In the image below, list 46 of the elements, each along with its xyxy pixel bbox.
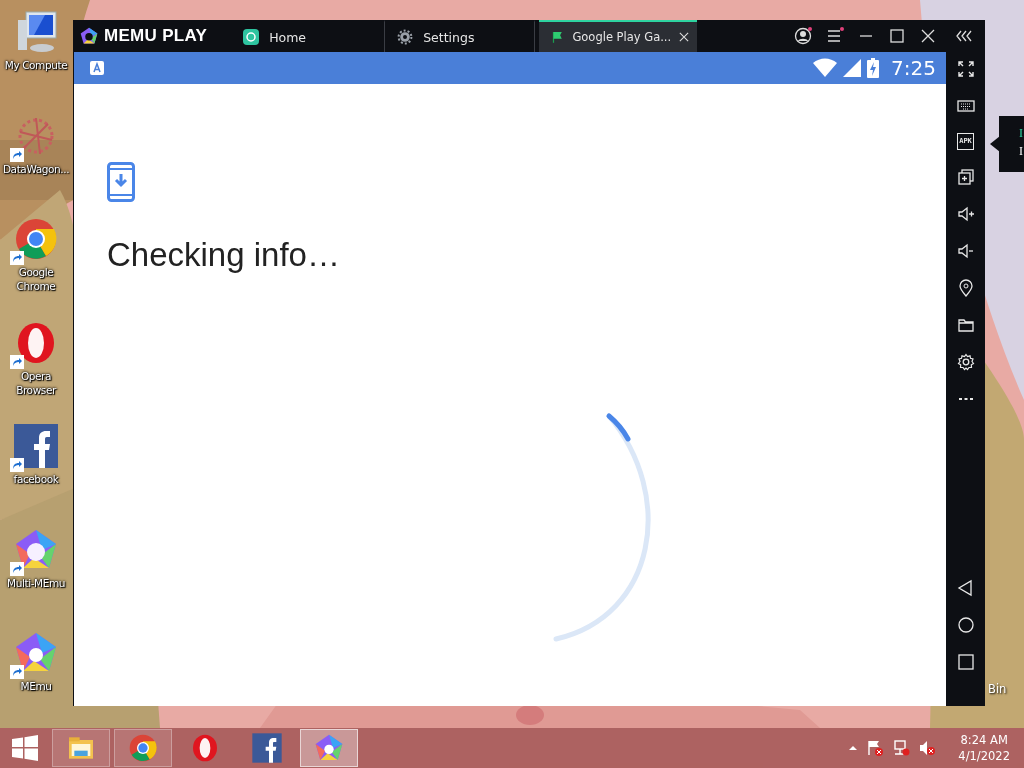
settings-icon[interactable] <box>955 352 976 372</box>
tab[interactable]: Google Play Ga... <box>539 20 698 52</box>
gear-icon <box>397 29 414 45</box>
desktop-icon-label[interactable]: Multi-MEmu <box>7 575 65 590</box>
network-icon[interactable] <box>892 739 911 757</box>
battery-icon <box>867 58 880 78</box>
home-icon[interactable] <box>955 615 976 635</box>
fullscreen-icon[interactable] <box>955 59 976 79</box>
chrome-icon <box>127 732 159 764</box>
brand-name: MEMU PLAY <box>104 26 208 46</box>
phone-download-icon <box>107 162 135 202</box>
desktop-icon-label[interactable]: My Compute <box>4 58 68 72</box>
multi-window-icon[interactable] <box>955 167 976 187</box>
maximize-icon[interactable] <box>887 26 907 46</box>
taskbar-app[interactable] <box>114 729 172 767</box>
app-notification-icon <box>90 61 104 75</box>
desktop-icon-label[interactable]: MEmu <box>20 679 52 693</box>
status-time: 7:25 <box>891 56 936 80</box>
desktop-icon-label[interactable]: Google Chrome <box>1 265 71 293</box>
desktop-icon-label[interactable]: Bin <box>988 682 1007 696</box>
wifi-icon <box>813 58 838 78</box>
app-icon <box>243 29 260 45</box>
muted-volume-icon[interactable] <box>918 739 937 757</box>
facebook-icon <box>251 732 283 764</box>
recents-icon[interactable] <box>955 652 976 672</box>
signal-icon <box>843 58 862 78</box>
flag-icon[interactable] <box>866 739 885 757</box>
windows-start-icon[interactable] <box>12 735 38 761</box>
volume-down-icon[interactable] <box>955 241 976 261</box>
logo-icon <box>79 26 99 46</box>
tooltip-text: I <box>1019 125 1024 142</box>
flag-icon <box>551 29 565 45</box>
page-title: Checking info… <box>107 236 341 274</box>
account-icon[interactable] <box>794 26 814 46</box>
desktop-icon-label[interactable]: facebook <box>13 472 59 486</box>
tooltip-text: I <box>1019 143 1024 160</box>
clock-date: 4/1/2022 <box>958 748 1010 764</box>
facebook-icon <box>12 422 60 470</box>
clock[interactable]: 8:24 AM 4/1/2022 <box>958 732 1010 764</box>
clock-time: 8:24 AM <box>960 732 1008 748</box>
taskbar-app[interactable] <box>300 729 358 767</box>
desktop-icon-label[interactable]: Opera Browser <box>1 368 71 397</box>
close-icon[interactable] <box>679 31 690 43</box>
volume-up-icon[interactable] <box>955 204 976 224</box>
taskbar-app[interactable] <box>52 729 110 767</box>
caret-icon[interactable] <box>848 743 859 753</box>
